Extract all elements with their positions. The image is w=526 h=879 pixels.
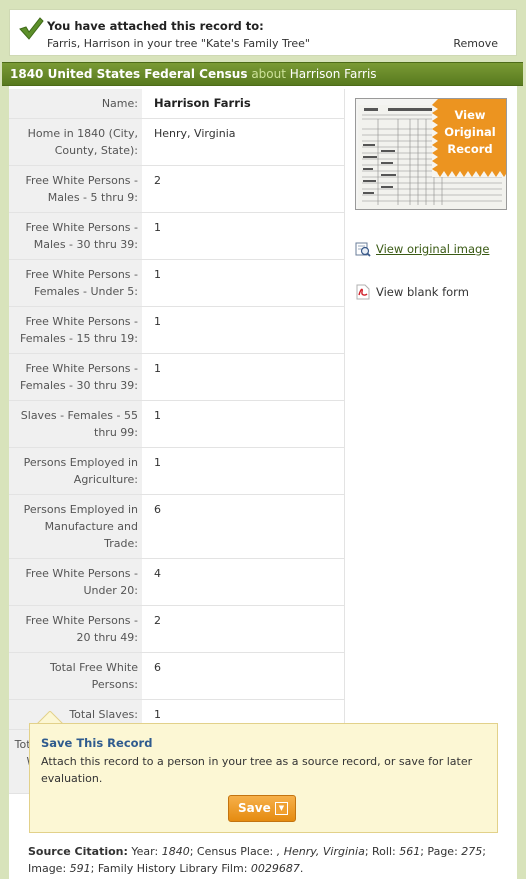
table-row: Home in 1840 (City, County, State): Henry… bbox=[9, 119, 345, 166]
table-row: Total Free White Persons: 6 bbox=[9, 653, 345, 700]
pdf-icon bbox=[356, 284, 370, 300]
citation-year: 1840 bbox=[161, 845, 190, 858]
field-value: 6 bbox=[142, 495, 345, 558]
table-row: Persons Employed in Manufacture and Trad… bbox=[9, 495, 345, 559]
field-value: 6 bbox=[142, 653, 345, 699]
record-header: 1840 United States Federal Census about … bbox=[2, 62, 523, 86]
badge-line-1: View bbox=[454, 108, 486, 122]
view-original-badge[interactable]: View Original Record bbox=[434, 107, 506, 158]
field-label: Free White Persons - 20 thru 49: bbox=[9, 606, 142, 652]
save-record-box: Save This Record Attach this record to a… bbox=[29, 723, 498, 833]
record-title: 1840 United States Federal Census bbox=[10, 67, 248, 81]
person-name-header: Harrison Farris bbox=[289, 67, 377, 81]
badge-line-3: Record bbox=[447, 142, 493, 156]
table-row: Free White Persons - Females - Under 5: 1 bbox=[9, 260, 345, 307]
record-panel: Name: Harrison Farris Home in 1840 (City, … bbox=[9, 86, 517, 879]
field-label: Free White Persons - Females - 15 thru 1… bbox=[9, 307, 142, 353]
source-citation: Source Citation: Year: 1840; Census Plac… bbox=[28, 843, 508, 877]
save-title: Save This Record bbox=[41, 736, 153, 750]
save-description: Attach this record to a person in your t… bbox=[41, 755, 473, 785]
table-row: Name: Harrison Farris bbox=[9, 89, 345, 119]
checkmark-icon bbox=[19, 17, 44, 40]
table-row: Free White Persons - 20 thru 49: 2 bbox=[9, 606, 345, 653]
field-value: 1 bbox=[142, 448, 345, 494]
citation-page-label: ; Page: bbox=[420, 845, 458, 858]
field-value: Henry, Virginia bbox=[142, 119, 345, 165]
citation-place-county: , Henry, bbox=[276, 845, 320, 858]
dropdown-arrow-icon[interactable]: ▼ bbox=[275, 802, 288, 815]
table-row: Free White Persons - Females - 30 thru 3… bbox=[9, 354, 345, 401]
remove-link[interactable]: Remove bbox=[453, 37, 498, 50]
notice-title: You have attached this record to: bbox=[47, 19, 264, 33]
field-label: Persons Employed in Agriculture: bbox=[9, 448, 142, 494]
field-label: Slaves - Females - 55 thru 99: bbox=[9, 401, 142, 447]
badge-line-2: Original bbox=[444, 125, 496, 139]
save-button[interactable]: Save ▼ bbox=[228, 795, 296, 822]
field-value: 1 bbox=[142, 307, 345, 353]
field-value: 1 bbox=[142, 401, 345, 447]
table-row: Free White Persons - Males - 5 thru 9: 2 bbox=[9, 166, 345, 213]
attached-notice: You have attached this record to: Farris… bbox=[9, 9, 517, 56]
field-label: Home in 1840 (City, County, State): bbox=[9, 119, 142, 165]
citation-film: 0029687 bbox=[250, 862, 300, 875]
field-label: Free White Persons - Males - 5 thru 9: bbox=[9, 166, 142, 212]
view-blank-form-label: View blank form bbox=[376, 285, 469, 299]
field-label: Name: bbox=[9, 89, 142, 118]
save-button-label: Save bbox=[238, 801, 271, 815]
field-label: Persons Employed in Manufacture and Trad… bbox=[9, 495, 142, 558]
field-label: Free White Persons - Males - 30 thru 39: bbox=[9, 213, 142, 259]
citation-label: Source Citation: bbox=[28, 845, 128, 858]
table-row: Free White Persons - Under 20: 4 bbox=[9, 559, 345, 606]
field-value: 2 bbox=[142, 166, 345, 212]
record-thumbnail[interactable]: View Original Record bbox=[355, 98, 507, 210]
citation-place-state: Virginia bbox=[322, 845, 365, 858]
citation-image: 591 bbox=[69, 862, 91, 875]
citation-film-label: ; Family History Library Film: bbox=[90, 862, 248, 875]
citation-end: . bbox=[299, 862, 304, 875]
citation-roll: 561 bbox=[399, 845, 421, 858]
table-row: Free White Persons - Males - 30 thru 39:… bbox=[9, 213, 345, 260]
field-label: Free White Persons - Females - 30 thru 3… bbox=[9, 354, 142, 400]
table-row: Persons Employed in Agriculture: 1 bbox=[9, 448, 345, 495]
field-label: Free White Persons - Under 20: bbox=[9, 559, 142, 605]
field-value: 4 bbox=[142, 559, 345, 605]
field-value: 1 bbox=[142, 260, 345, 306]
magnifier-image-icon bbox=[355, 242, 371, 257]
view-blank-form-link[interactable]: View blank form bbox=[355, 284, 469, 300]
view-original-image-link[interactable]: View original image bbox=[355, 241, 489, 257]
view-original-image-label: View original image bbox=[376, 242, 490, 256]
citation-roll-label: ; Roll: bbox=[364, 845, 396, 858]
citation-year-label: Year: bbox=[131, 845, 159, 858]
field-value: 1 bbox=[142, 354, 345, 400]
citation-place-label: ; Census Place: bbox=[189, 845, 274, 858]
table-row: Free White Persons - Females - 15 thru 1… bbox=[9, 307, 345, 354]
field-value: 2 bbox=[142, 606, 345, 652]
notice-subtitle: Farris, Harrison in your tree "Kate's Fa… bbox=[47, 37, 310, 50]
record-table: Name: Harrison Farris Home in 1840 (City, … bbox=[9, 89, 345, 794]
about-label: about bbox=[251, 67, 286, 81]
citation-page: 275 bbox=[461, 845, 483, 858]
field-value: 1 bbox=[142, 213, 345, 259]
field-label: Free White Persons - Females - Under 5: bbox=[9, 260, 142, 306]
table-row: Slaves - Females - 55 thru 99: 1 bbox=[9, 401, 345, 448]
person-name: Harrison Farris bbox=[142, 89, 345, 118]
field-label: Total Free White Persons: bbox=[9, 653, 142, 699]
